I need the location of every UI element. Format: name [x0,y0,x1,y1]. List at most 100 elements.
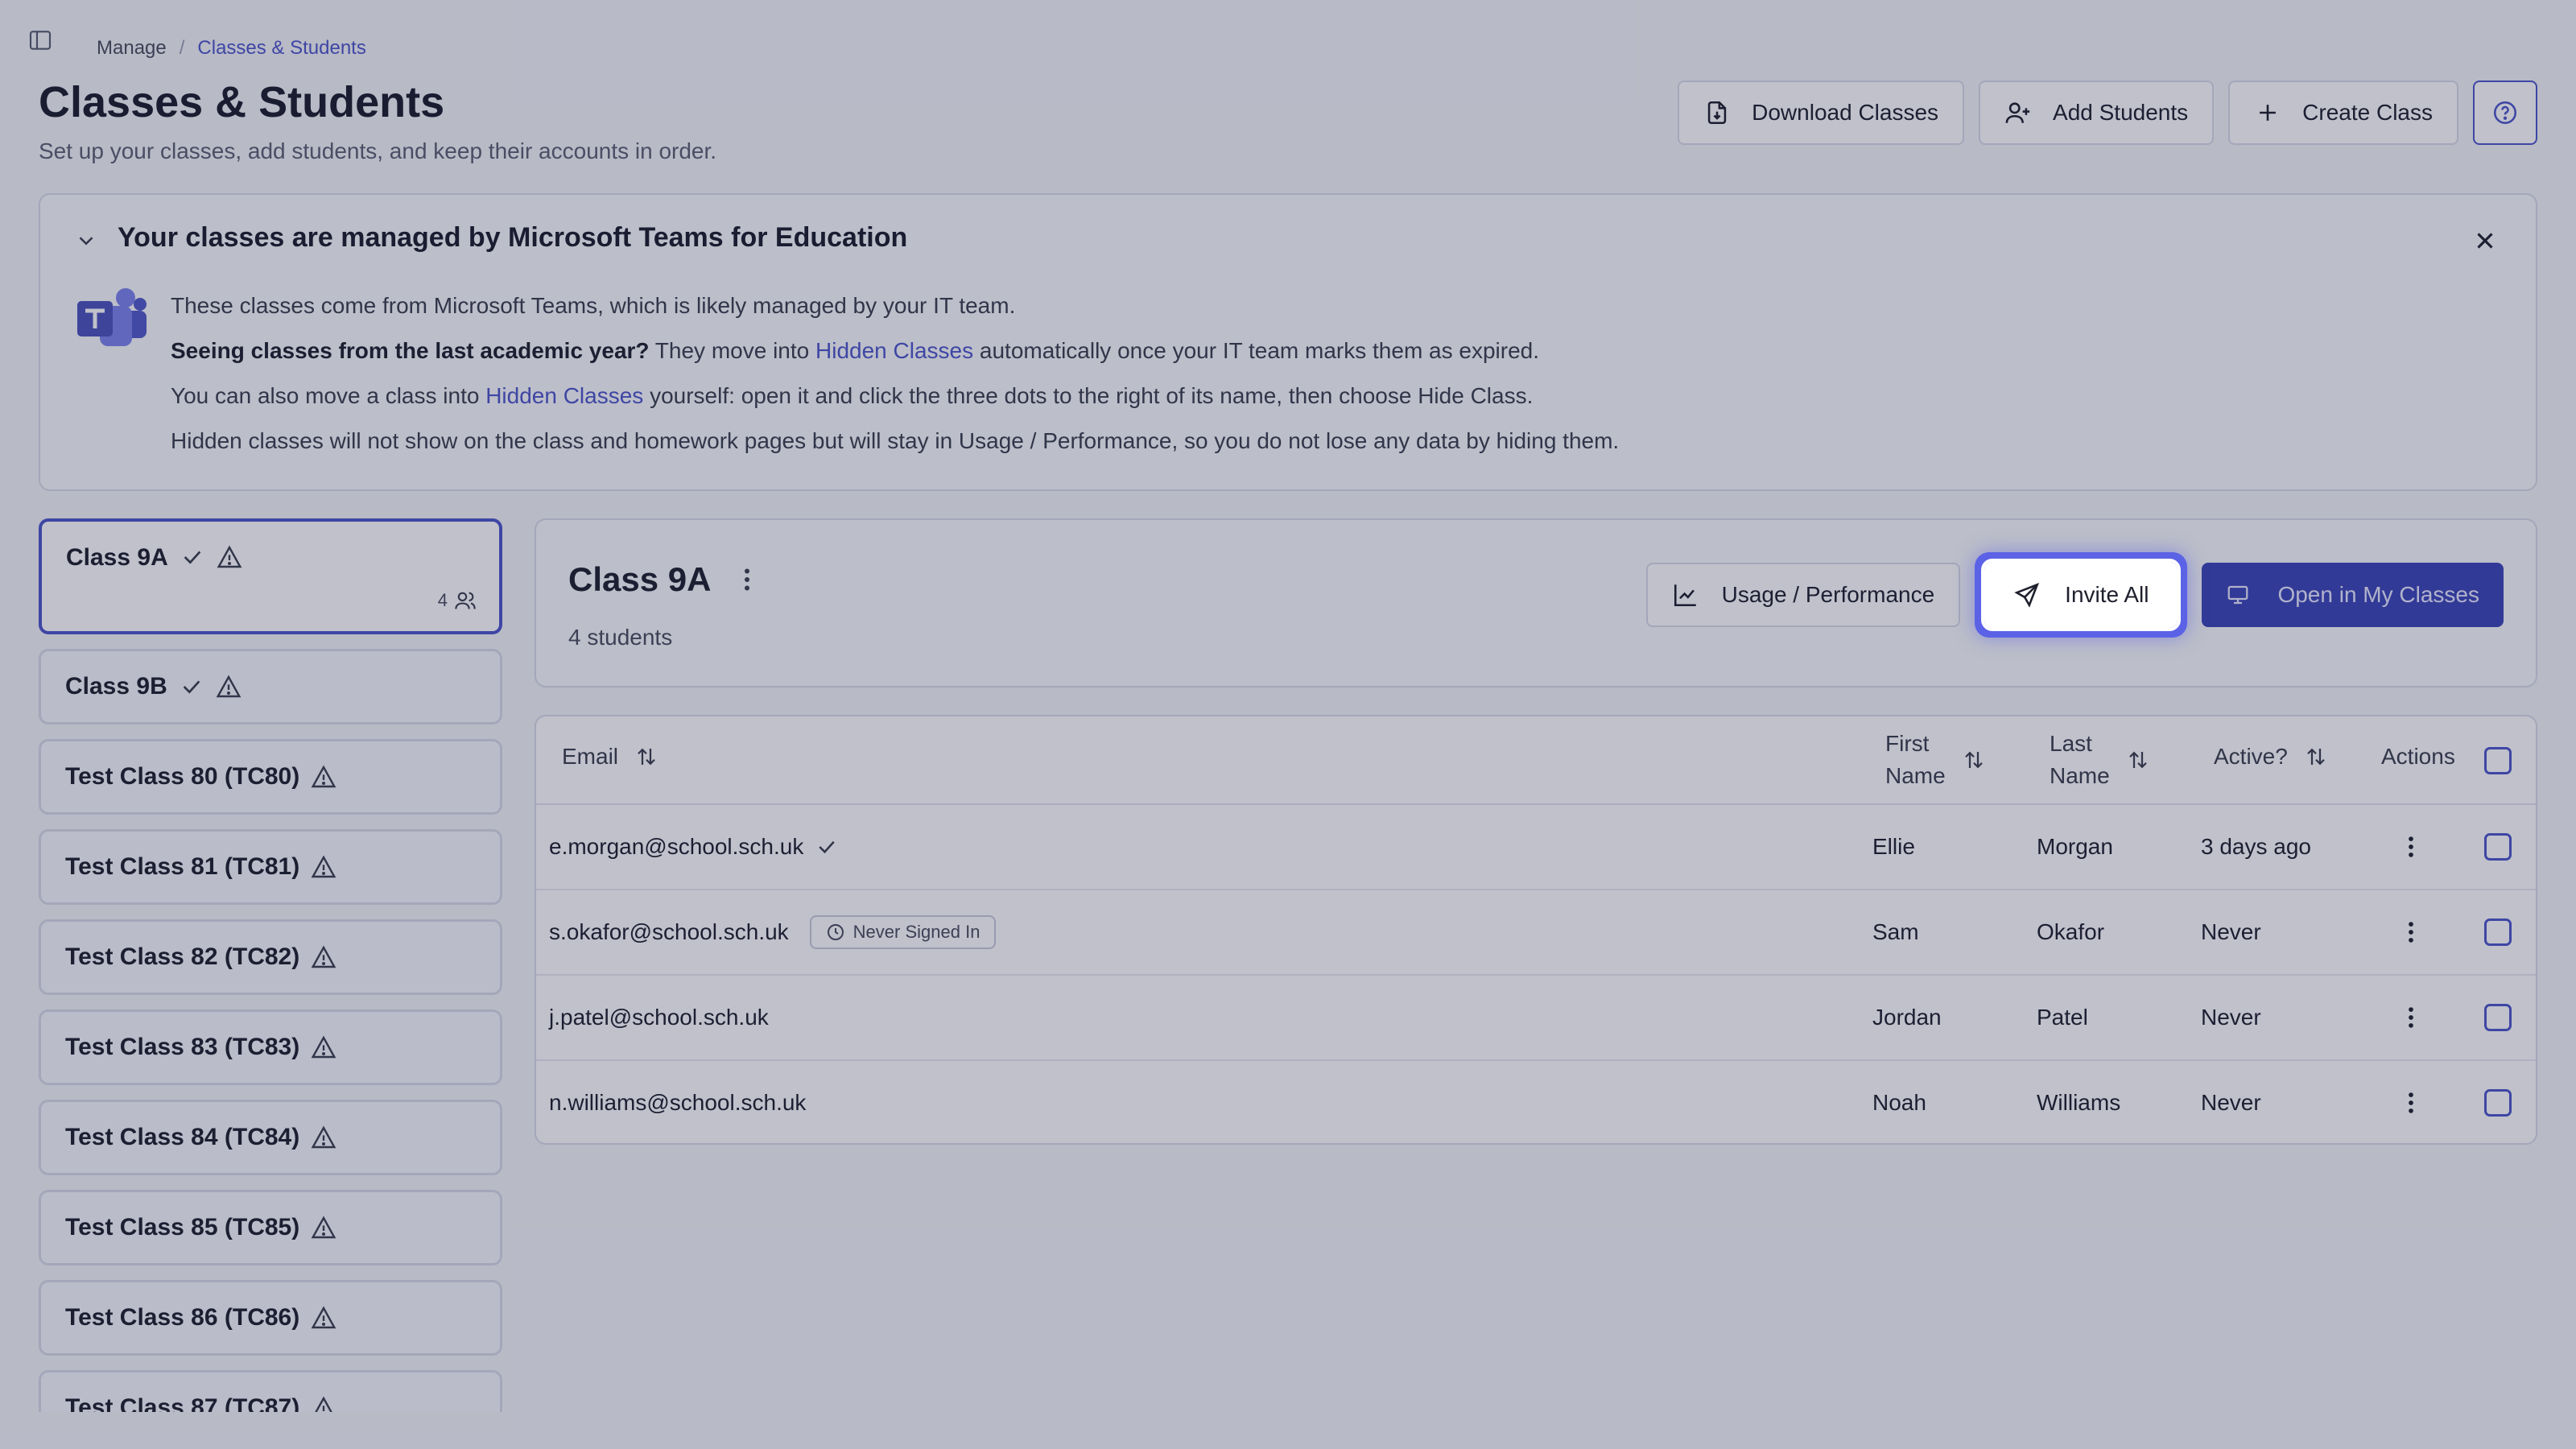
invite-all-highlight: Invite All [1975,552,2188,638]
page-title: Classes & Students [39,78,445,126]
open-in-my-classes-button[interactable]: Open in My Classes [2202,563,2504,627]
last-name-cell: Williams [2037,1090,2121,1115]
email: s.okafor@school.sch.uk [549,919,789,944]
create-class-button[interactable]: Create Class [2228,80,2458,145]
close-icon[interactable] [2471,227,2499,254]
banner-line-2: Seeing classes from the last academic ye… [171,328,1619,374]
monitor-icon [2228,585,2248,605]
row-checkbox[interactable] [2484,919,2512,946]
last-name-cell: Morgan [2037,834,2113,859]
check-icon [184,551,201,564]
breadcrumb-current: Classes & Students [197,37,366,59]
teams-info-banner: Your classes are managed by Microsoft Te… [39,193,2537,491]
banner-line-1: These classes come from Microsoft Teams,… [171,293,1016,318]
class-card-tc85[interactable]: Test Class 85 (TC85) [39,1190,502,1265]
user-plus-icon [2005,102,2030,123]
class-name: Class 9A [66,544,168,571]
row-select-cell [2484,976,2512,1059]
row-actions-cell [2397,976,2425,1059]
microsoft-teams-logo [77,288,147,346]
last-name-cell: Okafor [2037,919,2105,944]
more-vertical-icon[interactable] [2397,1004,2425,1031]
class-name: Test Class 85 (TC85) [65,1214,300,1241]
first-name-header-line2: Name [1885,763,1946,788]
email-cell: j.patel@school.sch.uk [549,1005,769,1030]
banner-line-2-pre: They move into [649,338,816,363]
sidebar-toggle-icon[interactable] [27,27,53,53]
breadcrumb: Manage / Classes & Students [97,37,366,60]
class-card-tc86[interactable]: Test Class 86 (TC86) [39,1280,502,1356]
warning-icon [217,545,242,568]
table-row: j.patel@school.sch.uk Jordan Patel Never [536,976,2536,1061]
last-name-column-header[interactable]: Last Name [2050,728,2150,792]
active-cell: 3 days ago [2201,834,2311,859]
help-button[interactable] [2473,80,2537,145]
class-card-tc82[interactable]: Test Class 82 (TC82) [39,919,502,995]
students-table: Email First Name Last Name Active? Actions [535,715,2537,1145]
class-name: Test Class 82 (TC82) [65,943,300,970]
class-name: Test Class 83 (TC83) [65,1034,300,1060]
chevron-down-icon[interactable] [74,229,98,253]
last-name-header-line1: Last [2050,731,2092,756]
row-checkbox[interactable] [2484,833,2512,861]
badge-label: Never Signed In [852,922,980,942]
row-actions-cell [2397,1061,2425,1143]
send-icon [2014,583,2040,608]
invite-all-button[interactable]: Invite All [1981,559,2182,631]
banner-title: Your classes are managed by Microsoft Te… [118,222,908,253]
class-card-tc83[interactable]: Test Class 83 (TC83) [39,1009,502,1085]
email-column-header[interactable]: Email [562,744,658,770]
banner-line-4: Hidden classes will not show on the clas… [171,428,1620,453]
row-select-cell [2484,890,2512,974]
more-vertical-icon[interactable] [2397,833,2425,861]
invite-all-label: Invite All [2065,582,2149,607]
class-card-tc80[interactable]: Test Class 80 (TC80) [39,739,502,815]
more-vertical-icon[interactable] [2397,1089,2425,1117]
hidden-classes-link-2[interactable]: Hidden Classes [485,383,643,408]
email-cell: n.williams@school.sch.uk [549,1090,807,1115]
warning-icon [311,1035,336,1059]
clock-icon [827,924,844,940]
breadcrumb-manage[interactable]: Manage [97,37,167,60]
warning-icon [311,855,336,878]
sort-icon [638,748,655,766]
banner-text: These classes come from Microsoft Teams,… [171,283,1619,464]
email-header-label: Email [562,744,619,769]
first-name-column-header[interactable]: First Name [1885,728,1986,792]
more-vertical-icon[interactable] [733,565,762,594]
download-classes-button[interactable]: Download Classes [1678,80,1965,145]
first-name-header-line1: First [1885,731,1930,756]
create-class-label: Create Class [2302,100,2433,125]
app: Manage / Classes & Students Classes & St… [0,0,2576,1449]
warning-icon [311,765,336,788]
check-icon [819,840,836,854]
active-column-header[interactable]: Active? [2214,744,2328,770]
class-card-9a[interactable]: Class 9A 4 [39,518,502,634]
hidden-classes-link[interactable]: Hidden Classes [815,338,973,363]
row-checkbox[interactable] [2484,1004,2512,1031]
warning-icon [311,1125,336,1149]
class-card-9b[interactable]: Class 9B [39,649,502,724]
add-students-button[interactable]: Add Students [1979,80,2215,145]
class-card-tc84[interactable]: Test Class 84 (TC84) [39,1100,502,1175]
row-actions-cell [2397,805,2425,889]
sort-icon [2128,751,2147,769]
class-name: Test Class 87 (TC87) [65,1394,300,1412]
banner-line-2-post: automatically once your IT team marks th… [973,338,1540,363]
warning-icon [216,675,242,698]
actions-column-header: Actions [2381,744,2455,770]
open-in-my-classes-label: Open in My Classes [2277,582,2479,607]
row-checkbox[interactable] [2484,1089,2512,1117]
class-card-tc87[interactable]: Test Class 87 (TC87) [39,1370,502,1412]
sort-icon [1964,751,1983,769]
class-card-tc81[interactable]: Test Class 81 (TC81) [39,829,502,905]
select-all-checkbox[interactable] [2484,747,2512,774]
usage-performance-button[interactable]: Usage / Performance [1645,563,1961,627]
first-name-cell: Jordan [1872,1005,1942,1030]
download-classes-label: Download Classes [1752,100,1939,125]
plus-icon [2260,105,2277,121]
row-actions-cell [2397,890,2425,974]
more-vertical-icon[interactable] [2397,919,2425,946]
banner-line-3-post: yourself: open it and click the three do… [643,383,1534,408]
add-students-label: Add Students [2053,100,2189,125]
